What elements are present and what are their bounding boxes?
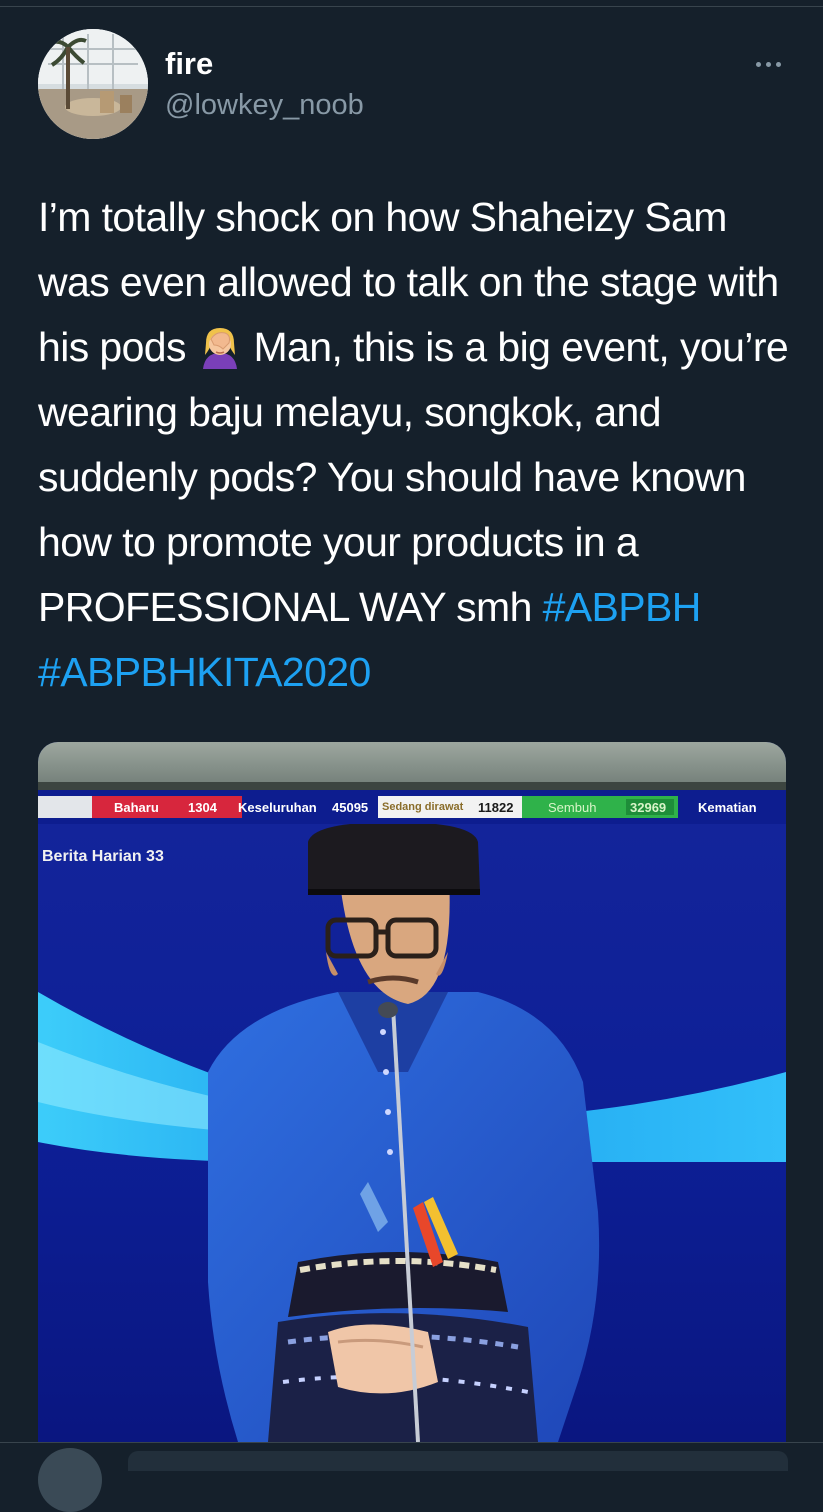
ticker-label: Baharu bbox=[114, 800, 159, 815]
display-name[interactable]: fire bbox=[165, 45, 213, 83]
tweet-text: I’m totally shock on how Shaheizy Sam wa… bbox=[38, 185, 808, 705]
ticker-label: Sembuh bbox=[548, 800, 597, 815]
author-avatar[interactable] bbox=[38, 29, 148, 139]
ticker-value: 32969 bbox=[630, 800, 667, 815]
tweet-media-photo[interactable]: Baharu 1304 Keseluruhan 45095 Sedang dir… bbox=[38, 742, 786, 1442]
hashtag-link[interactable]: #ABPBHKITA2020 bbox=[38, 649, 371, 695]
ticker-label: Sedang dirawat bbox=[382, 801, 464, 813]
ticker-label: Keseluruhan bbox=[238, 800, 317, 815]
next-tweet-avatar[interactable] bbox=[38, 1448, 102, 1512]
hashtag-link[interactable]: #ABPBH bbox=[543, 584, 702, 630]
ticker-value: 45095 bbox=[332, 800, 369, 815]
next-tweet-preview[interactable] bbox=[128, 1451, 788, 1471]
ticker-label: Kematian bbox=[698, 800, 757, 815]
ticker-value: 11822 bbox=[478, 800, 514, 815]
ticker-value: 1304 bbox=[188, 800, 217, 815]
news-ticker: Baharu 1304 Keseluruhan 45095 Sedang dir… bbox=[38, 790, 786, 824]
person-facepalming-icon bbox=[197, 323, 243, 369]
user-handle[interactable]: @lowkey_noob bbox=[165, 87, 364, 123]
top-divider bbox=[0, 6, 823, 7]
more-horizontal-icon[interactable] bbox=[748, 52, 788, 76]
avatar-image bbox=[38, 29, 148, 139]
broadcast-caption: Berita Harian 33 bbox=[42, 848, 164, 865]
photo-image bbox=[38, 742, 786, 1442]
bottom-divider bbox=[0, 1442, 823, 1443]
